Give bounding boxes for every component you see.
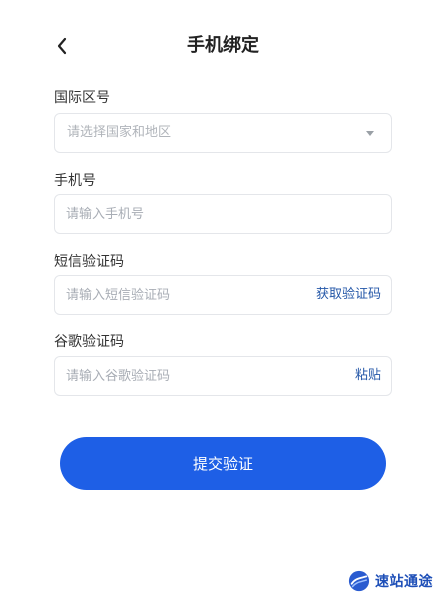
phone-input[interactable] [66,195,296,233]
google-code-label: 谷歌验证码 [54,334,124,350]
watermark-text: 速站通途 [375,574,433,590]
watermark-logo-icon [348,570,370,592]
region-select[interactable]: 请选择国家和地区 [54,113,392,153]
phone-field-box [54,194,392,234]
watermark: 速站通途 [348,568,433,594]
phone-label: 手机号 [54,173,96,189]
paste-button[interactable]: 粘贴 [355,357,381,395]
google-code-input[interactable] [66,357,296,395]
sms-code-field-box: 获取验证码 [54,275,392,315]
sms-code-input[interactable] [66,276,296,314]
page-title: 手机绑定 [187,35,259,56]
region-label: 国际区号 [54,90,110,106]
submit-button[interactable]: 提交验证 [60,437,386,490]
get-code-button[interactable]: 获取验证码 [316,276,381,314]
sms-code-label: 短信验证码 [54,254,124,270]
google-code-field-box: 粘贴 [54,356,392,396]
header: 手机绑定 [0,28,446,64]
dropdown-caret-icon [366,131,374,136]
region-select-placeholder: 请选择国家和地区 [67,125,172,140]
